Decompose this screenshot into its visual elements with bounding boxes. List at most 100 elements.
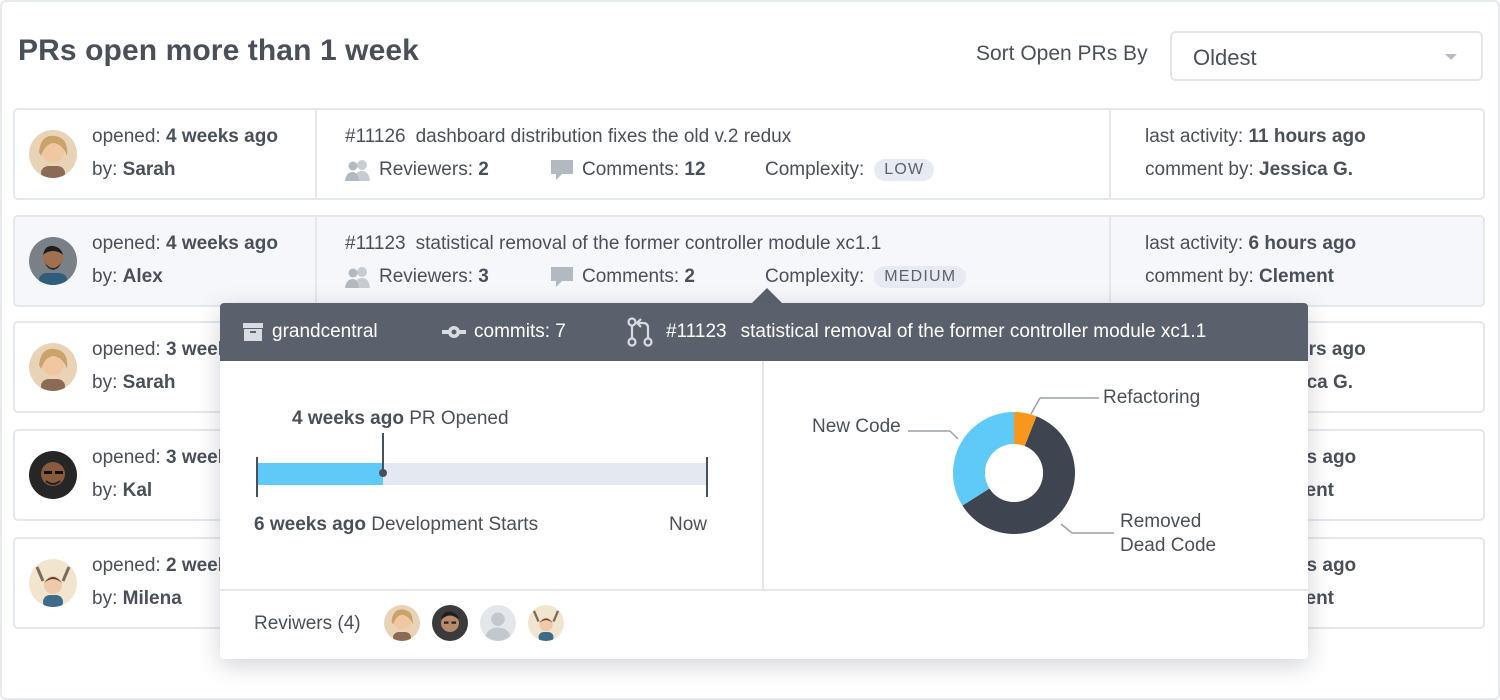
timeline-opened-dot	[379, 469, 387, 477]
pr-author-cell: opened: 4 weeks ago by: Alex	[15, 217, 317, 305]
refactoring-label: Refactoring	[1103, 387, 1201, 408]
timeline-start-time: 6 weeks ago	[254, 514, 366, 535]
author-name[interactable]: Sarah	[123, 159, 176, 180]
comment-by-label: comment by:	[1145, 266, 1254, 287]
commits-count: commits: 7	[474, 321, 566, 342]
new-code-label: New Code	[812, 416, 901, 437]
author-line: by: Alex	[92, 266, 163, 288]
pr-row[interactable]: opened: 4 weeks ago by: Alex #11123 statist…	[13, 215, 1485, 307]
timeline-opened-marker	[382, 433, 384, 473]
reviewers-icon	[345, 267, 370, 288]
repo-info[interactable]: grandcentral	[242, 321, 378, 343]
comment-icon	[551, 267, 573, 287]
complexity-badge: MEDIUM	[874, 266, 967, 288]
sort-label: Sort Open PRs By	[976, 42, 1148, 65]
author-line: by: Milena	[92, 588, 182, 610]
author-line: by: Sarah	[92, 159, 175, 181]
author-name[interactable]: Alex	[123, 266, 163, 287]
new-code-leader-line-d	[949, 430, 959, 440]
comments-label: Comments:	[582, 159, 680, 180]
author-line: by: Sarah	[92, 372, 175, 394]
chevron-down-icon	[1445, 54, 1457, 60]
removed-label-line2: Dead Code	[1120, 535, 1217, 556]
archive-icon	[243, 323, 263, 341]
timeline-end-tick	[706, 457, 708, 497]
author-name[interactable]: Kal	[123, 480, 153, 501]
reviewers-footer: Reviwers (4)	[220, 589, 1308, 659]
timeline-opened-text: PR Opened	[409, 408, 509, 429]
author-name[interactable]: Sarah	[123, 372, 176, 393]
reviewer-avatar[interactable]	[480, 605, 516, 641]
author-avatar[interactable]	[29, 343, 77, 391]
comments-count: 2	[684, 266, 695, 287]
comments-meta: Comments: 12	[550, 159, 706, 181]
avatar-image	[528, 605, 564, 641]
comments-meta: Comments: 2	[550, 266, 695, 288]
author-avatar[interactable]	[29, 451, 77, 499]
timeline-panel: 4 weeks ago PR Opened 6 weeks ago Develo…	[220, 361, 764, 589]
commits-info[interactable]: commits: 7	[442, 321, 566, 343]
last-activity-value: 6 hours ago	[1248, 233, 1357, 254]
by-label: by:	[92, 588, 118, 609]
complexity-meta: Complexity: LOW	[765, 159, 935, 181]
reviewers-icon	[345, 160, 370, 181]
removed-dead-code-label: Removed Dead Code	[1120, 510, 1216, 558]
reviewers-count-label: Reviwers (4)	[254, 613, 361, 634]
author-avatar[interactable]	[29, 559, 77, 607]
sort-select[interactable]: Oldest	[1170, 31, 1483, 81]
comments-label: Comments:	[582, 266, 680, 287]
popover-pr-number: #11123	[666, 321, 727, 342]
pr-number[interactable]: #11126	[345, 126, 406, 147]
pr-activity-cell	[1109, 217, 1485, 305]
pr-title[interactable]: statistical removal of the former contro…	[416, 233, 882, 254]
author-name[interactable]: Milena	[123, 588, 182, 609]
opened-label: opened:	[92, 126, 161, 147]
pull-request-icon	[627, 317, 653, 347]
reviewers-count: 3	[478, 266, 489, 287]
timeline-progress	[257, 463, 383, 485]
timeline-opened-label: 4 weeks ago PR Opened	[292, 408, 509, 430]
pr-title[interactable]: dashboard distribution fixes the old v.2…	[416, 126, 792, 147]
pr-info[interactable]: #11123 statistical removal of the former…	[626, 317, 1206, 347]
author-avatar[interactable]	[29, 237, 77, 285]
by-label: by:	[92, 159, 118, 180]
reviewer-avatar[interactable]	[528, 605, 564, 641]
pr-detail-popover: grandcentral commits: 7 #11123 statistic…	[220, 303, 1308, 659]
avatar-image	[432, 605, 468, 641]
timeline-start-label: 6 weeks ago Development Starts	[254, 514, 538, 536]
opened-label: opened:	[92, 233, 161, 254]
repo-name: grandcentral	[272, 321, 378, 342]
reviewers-meta: Reviewers: 2	[345, 159, 489, 181]
reviewers-label: Reviewers:	[379, 159, 473, 180]
popover-pr-title: statistical removal of the former contro…	[740, 321, 1207, 342]
opened-line: opened: 4 weeks ago	[92, 126, 278, 148]
page-title: PRs open more than 1 week	[18, 34, 419, 67]
last-activity-label: last activity:	[1145, 233, 1244, 254]
reviewer-avatar[interactable]	[432, 605, 468, 641]
timeline-start-text: Development Starts	[371, 514, 539, 535]
donut-hole	[985, 444, 1043, 502]
comment-by-name[interactable]: Clement	[1259, 266, 1334, 287]
avatar-placeholder-image	[480, 605, 516, 641]
avatar-image	[384, 605, 420, 641]
complexity-label: Complexity:	[765, 159, 865, 180]
reviewer-avatar[interactable]	[384, 605, 420, 641]
commit-icon	[442, 326, 466, 338]
by-label: by:	[92, 266, 118, 287]
code-breakdown-donut	[908, 397, 1114, 534]
by-label: by:	[92, 372, 118, 393]
refactoring-leader-line	[1030, 397, 1041, 415]
author-avatar[interactable]	[29, 130, 77, 178]
reviewers-meta: Reviewers: 3	[345, 266, 489, 288]
pr-row[interactable]: opened: 4 weeks ago by: Sarah #11126 dashbo…	[13, 108, 1485, 200]
code-breakdown-panel: Refactoring New Code Removed Dead Code	[764, 361, 1308, 589]
comment-by-line: comment by: Clement	[1145, 266, 1334, 288]
opened-line: opened: 4 weeks ago	[92, 233, 278, 255]
complexity-badge: LOW	[874, 159, 935, 181]
by-label: by:	[92, 480, 118, 501]
pr-number[interactable]: #11123	[345, 233, 406, 254]
removed-label-line1: Removed	[1120, 511, 1202, 532]
opened-value: 4 weeks ago	[165, 233, 278, 254]
reviewers-count: 2	[478, 159, 489, 180]
comment-by-name[interactable]: Jessica G.	[1259, 159, 1353, 180]
